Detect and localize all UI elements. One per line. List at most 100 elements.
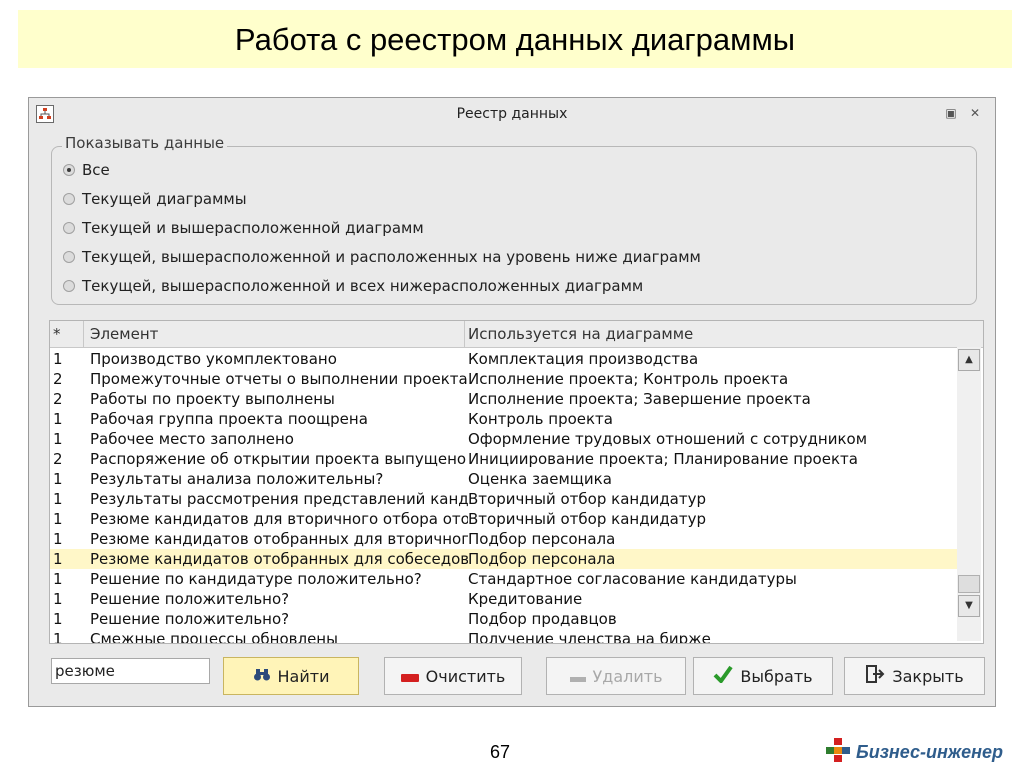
cell-count: 1 <box>53 410 63 428</box>
cell-count: 1 <box>53 530 63 548</box>
radio-label: Текущей, вышерасположенной и всех нижера… <box>82 277 644 295</box>
cell-element: Результаты анализа положительны? <box>90 470 384 488</box>
cell-count: 1 <box>53 490 63 508</box>
cell-diagram: Кредитование <box>468 590 583 608</box>
slide-title: Работа с реестром данных диаграммы <box>234 22 796 57</box>
radio-button[interactable] <box>63 251 75 263</box>
cell-element: Рабочая группа проекта поощрена <box>90 410 368 428</box>
cell-count: 2 <box>53 370 63 388</box>
table-row[interactable]: 2 Распоряжение об открытии проекта выпуще… <box>50 449 958 469</box>
column-header-used-on-diagram[interactable]: Используется на диаграмме <box>468 325 693 343</box>
delete-button-label: Удалить <box>592 666 663 686</box>
radio-option-all[interactable]: Все <box>63 159 110 181</box>
table-header: * Элемент Используется на диаграмме <box>50 321 983 348</box>
cell-count: 1 <box>53 590 63 608</box>
table-row[interactable]: 1 Производство укомплектовано Комплектация… <box>50 349 958 369</box>
cell-count: 2 <box>53 450 63 468</box>
cell-count: 1 <box>53 510 63 528</box>
table-row[interactable]: 1 Резюме кандидатов отобранных для собесе… <box>50 549 958 569</box>
cell-diagram: Стандартное согласование кандидатуры <box>468 570 797 588</box>
table-row[interactable]: 1 Результаты рассмотрения представлений к… <box>50 489 958 509</box>
cell-element: Промежуточные отчеты о выполнении проект… <box>90 370 468 388</box>
clear-button[interactable]: Очистить <box>384 657 522 695</box>
cell-diagram: Оценка заемщика <box>468 470 612 488</box>
checkmark-icon <box>713 665 734 687</box>
radio-button[interactable] <box>63 280 75 292</box>
column-header-count[interactable]: * <box>53 325 61 343</box>
cell-diagram: Получение членства на бирже <box>468 630 711 644</box>
select-button-label: Выбрать <box>740 666 813 686</box>
binoculars-icon <box>253 667 271 686</box>
cell-element: Рабочее место заполнено <box>90 430 294 448</box>
find-button-label: Найти <box>277 666 330 686</box>
search-input[interactable] <box>51 658 210 684</box>
radio-label: Все <box>82 161 110 179</box>
radio-button[interactable] <box>63 193 75 205</box>
company-logo: Бизнес-инженер <box>826 738 1003 766</box>
radio-label: Текущей диаграммы <box>82 190 247 208</box>
cell-diagram: Исполнение проекта; Контроль проекта <box>468 370 789 388</box>
cell-diagram: Подбор персонала <box>468 550 616 568</box>
cell-element: Резюме кандидатов отобранных для собесед… <box>90 550 468 568</box>
close-icon[interactable]: ✕ <box>967 105 983 121</box>
radio-option-current-upper[interactable]: Текущей и вышерасположенной диаграмм <box>63 217 424 239</box>
cell-count: 1 <box>53 610 63 628</box>
close-button-label: Закрыть <box>892 666 964 686</box>
cell-element: Смежные процессы обновлены <box>90 630 338 644</box>
cell-count: 1 <box>53 430 63 448</box>
cell-element: Работы по проекту выполнены <box>90 390 335 408</box>
close-button[interactable]: Закрыть <box>844 657 985 695</box>
radio-button[interactable] <box>63 164 75 176</box>
cell-diagram: Вторичный отбор кандидатур <box>468 510 707 528</box>
cell-diagram: Оформление трудовых отношений с сотрудни… <box>468 430 868 448</box>
table-row[interactable]: 1 Резюме кандидатов отобранных для вторич… <box>50 529 958 549</box>
cell-diagram: Комплектация производства <box>468 350 699 368</box>
cell-element: Производство укомплектовано <box>90 350 337 368</box>
vertical-scrollbar[interactable]: ▲ ▼ <box>957 347 981 641</box>
cell-count: 1 <box>53 350 63 368</box>
cell-count: 1 <box>53 550 63 568</box>
table-row[interactable]: 1 Резюме кандидатов для вторичного отбора… <box>50 509 958 529</box>
cell-diagram: Подбор персонала <box>468 530 616 548</box>
table-row[interactable]: 1 Решение положительно? Кредитование <box>50 589 958 609</box>
table-row[interactable]: 1 Рабочее место заполнено Оформление трудо… <box>50 429 958 449</box>
delete-button[interactable]: Удалить <box>546 657 686 695</box>
dialog-title: Реестр данных <box>456 106 568 122</box>
table-row[interactable]: 1 Решение положительно? Подбор продавцов <box>50 609 958 629</box>
radio-option-current-upper-all-lower[interactable]: Текущей, вышерасположенной и всех нижера… <box>63 275 643 297</box>
table-row[interactable]: 1 Результаты анализа положительны? Оценка … <box>50 469 958 489</box>
cell-diagram: Вторичный отбор кандидатур <box>468 490 707 508</box>
scroll-down-icon[interactable]: ▼ <box>958 595 980 617</box>
scroll-thumb[interactable] <box>958 575 980 593</box>
radio-label: Текущей, вышерасположенной и расположенн… <box>82 248 701 266</box>
cell-element: Решение по кандидатуре положительно? <box>90 570 422 588</box>
table-row[interactable]: 1 Решение по кандидатуре положительно? Ста… <box>50 569 958 589</box>
data-registry-dialog: Реестр данных ▣ ✕ Показывать данные Все … <box>28 97 996 707</box>
radio-option-current[interactable]: Текущей диаграммы <box>63 188 247 210</box>
radio-option-current-upper-one-level-down[interactable]: Текущей, вышерасположенной и расположенн… <box>63 246 701 268</box>
cell-element: Резюме кандидатов для вторичного отбора … <box>90 510 468 528</box>
table-row[interactable]: 1 Смежные процессы обновлены Получение чле… <box>50 629 958 644</box>
table-row[interactable]: 1 Рабочая группа проекта поощрена Контроль… <box>50 409 958 429</box>
radio-button[interactable] <box>63 222 75 234</box>
table-row[interactable]: 2 Промежуточные отчеты о выполнении проек… <box>50 369 958 389</box>
cell-diagram: Исполнение проекта; Завершение проекта <box>468 390 811 408</box>
restore-icon[interactable]: ▣ <box>943 105 959 121</box>
cell-count: 1 <box>53 570 63 588</box>
cell-element: Решение положительно? <box>90 590 290 608</box>
column-divider <box>83 321 84 347</box>
minus-red-icon <box>400 667 419 686</box>
logo-blocks-icon <box>826 738 850 766</box>
cell-count: 1 <box>53 630 63 644</box>
column-header-element[interactable]: Элемент <box>90 325 158 343</box>
scroll-up-icon[interactable]: ▲ <box>958 349 980 371</box>
data-table: * Элемент Используется на диаграмме 1 Про… <box>49 320 984 644</box>
cell-element: Решение положительно? <box>90 610 290 628</box>
cell-element: Результаты рассмотрения представлений ка… <box>90 490 468 508</box>
cell-count: 1 <box>53 470 63 488</box>
minus-gray-icon <box>569 667 586 686</box>
table-row[interactable]: 2 Работы по проекту выполнены Исполнение п… <box>50 389 958 409</box>
cell-diagram: Инициирование проекта; Планирование прое… <box>468 450 858 468</box>
find-button[interactable]: Найти <box>223 657 359 695</box>
select-button[interactable]: Выбрать <box>693 657 833 695</box>
